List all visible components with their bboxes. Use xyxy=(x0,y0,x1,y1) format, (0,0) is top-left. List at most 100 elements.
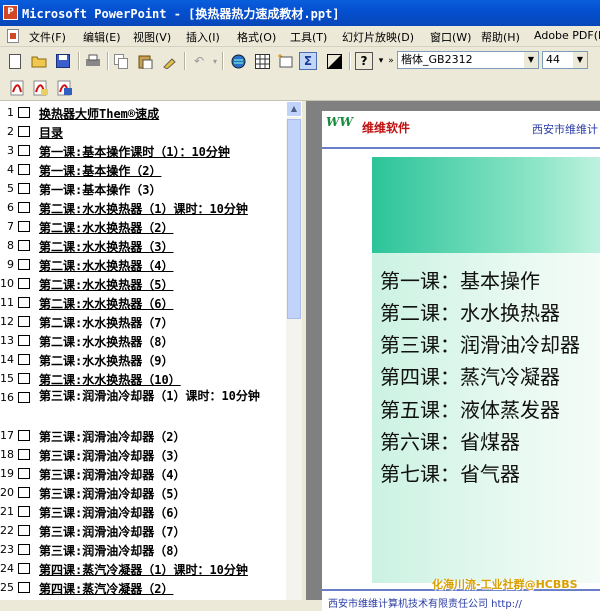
outline-row[interactable]: 4 第一课:基本操作（2） xyxy=(0,160,286,179)
outline-row[interactable]: 22 第三课:润滑油冷却器（7） xyxy=(0,521,286,540)
menu-window[interactable]: 窗口(W) xyxy=(430,29,471,45)
slide-icon[interactable] xyxy=(18,259,30,270)
slide-icon[interactable] xyxy=(18,126,30,137)
slide-canvas[interactable]: WW 维维软件 西安市维维计 第一课：基本操作 第二课：水水换热器 第三课：润滑… xyxy=(322,111,600,611)
outline-title[interactable]: 第二课:水水换热器（4） xyxy=(39,257,173,274)
outline-row[interactable]: 2 目录 xyxy=(0,122,286,141)
menu-insert[interactable]: 插入(I) xyxy=(186,29,220,45)
outline-row[interactable]: 11 第二课:水水换热器（6） xyxy=(0,293,286,312)
outline-title[interactable]: 第三课:润滑油冷却器（5） xyxy=(39,485,185,502)
slide-icon[interactable] xyxy=(18,544,30,555)
outline-title[interactable]: 第二课:水水换热器（2） xyxy=(39,219,173,236)
outline-row[interactable]: 9 第二课:水水换热器（4） xyxy=(0,255,286,274)
outline-row[interactable]: 17 第三课:润滑油冷却器（2） xyxy=(0,426,286,445)
format-painter-icon[interactable] xyxy=(160,52,178,70)
slide-icon[interactable] xyxy=(18,221,30,232)
outline-title[interactable]: 第四课:蒸汽冷凝器（1）课时：10分钟 xyxy=(39,561,248,578)
slide-icon[interactable] xyxy=(18,487,30,498)
slide-icon[interactable] xyxy=(18,335,30,346)
outline-title[interactable]: 第二课:水水换热器（7） xyxy=(39,314,173,331)
outline-row[interactable]: 20 第三课:润滑油冷却器（5） xyxy=(0,483,286,502)
outline-title[interactable]: 第三课:润滑油冷却器（8） xyxy=(39,542,185,559)
outline-title[interactable]: 第三课:润滑油冷却器（2） xyxy=(39,428,185,445)
menu-adobe-pdf[interactable]: Adobe PDF(B) xyxy=(534,29,600,42)
outline-title[interactable]: 第三课:润滑油冷却器（4） xyxy=(39,466,185,483)
outline-title[interactable]: 第二课:水水换热器（1）课时：10分钟 xyxy=(39,200,248,217)
slide-icon[interactable] xyxy=(18,468,30,479)
slide-icon[interactable] xyxy=(18,107,30,118)
slide-icon[interactable] xyxy=(18,164,30,175)
font-size-select[interactable]: 44 ▼ xyxy=(542,51,588,69)
outline-row[interactable]: 21 第三课:润滑油冷却器（6） xyxy=(0,502,286,521)
slide-icon[interactable] xyxy=(18,582,30,593)
menu-edit[interactable]: 编辑(E) xyxy=(83,29,121,45)
font-name-select[interactable]: 楷体_GB2312 ▼ xyxy=(397,51,539,69)
outline-pane[interactable]: 1 换热器大师Them®速成 2 目录 3 第一课:基本操作课时（1）：10分钟 4 第一课:… xyxy=(0,101,286,600)
outline-title[interactable]: 第三课:润滑油冷却器（1）课时：10分钟 xyxy=(39,387,279,406)
slide-icon[interactable] xyxy=(18,525,30,536)
slide-icon[interactable] xyxy=(18,392,30,403)
outline-title[interactable]: 第三课:润滑油冷却器（7） xyxy=(39,523,185,540)
copy-icon[interactable] xyxy=(112,52,130,70)
pdf-email-icon[interactable] xyxy=(31,79,49,97)
outline-title[interactable]: 第二课:水水换热器（5） xyxy=(39,276,173,293)
help-icon[interactable]: ? xyxy=(355,52,373,70)
slide-icon[interactable] xyxy=(18,183,30,194)
outline-title[interactable]: 第二课:水水换热器（3） xyxy=(39,238,173,255)
powerpoint-app-icon[interactable]: P xyxy=(3,5,18,20)
outline-row[interactable]: 10 第二课:水水换热器（5） xyxy=(0,274,286,293)
outline-title[interactable]: 第一课:基本操作（3） xyxy=(39,181,161,198)
outline-title[interactable]: 第一课:基本操作课时（1）：10分钟 xyxy=(39,143,230,160)
outline-row[interactable]: 23 第三课:润滑油冷却器（8） xyxy=(0,540,286,559)
outline-row[interactable]: 24 第四课:蒸汽冷凝器（1）课时：10分钟 xyxy=(0,559,286,578)
grayscale-icon[interactable] xyxy=(325,52,343,70)
menu-view[interactable]: 视图(V) xyxy=(133,29,171,45)
scroll-up-icon[interactable]: ▲ xyxy=(286,101,302,117)
outline-row[interactable]: 19 第三课:润滑油冷却器（4） xyxy=(0,464,286,483)
outline-title[interactable]: 第三课:润滑油冷却器（3） xyxy=(39,447,185,464)
outline-row[interactable]: 14 第二课:水水换热器（9） xyxy=(0,350,286,369)
new-icon[interactable] xyxy=(6,52,24,70)
menu-format[interactable]: 格式(O) xyxy=(237,29,276,45)
slide-icon[interactable] xyxy=(18,430,30,441)
open-folder-icon[interactable] xyxy=(30,52,48,70)
chevron-down-icon[interactable]: ▼ xyxy=(573,52,587,68)
hyperlink-globe-icon[interactable] xyxy=(229,52,247,70)
document-icon[interactable] xyxy=(7,29,19,43)
scroll-thumb[interactable] xyxy=(287,119,301,319)
outline-title[interactable]: 换热器大师Them®速成 xyxy=(39,105,159,122)
pdf-review-icon[interactable] xyxy=(55,79,73,97)
chevron-down-icon[interactable]: ▼ xyxy=(524,52,538,68)
outline-title[interactable]: 第二课:水水换热器（10） xyxy=(39,371,181,388)
slide-icon[interactable] xyxy=(18,354,30,365)
outline-row[interactable]: 13 第二课:水水换热器（8） xyxy=(0,331,286,350)
slide-icon[interactable] xyxy=(18,563,30,574)
outline-row[interactable]: 7 第二课:水水换热器（2） xyxy=(0,217,286,236)
save-icon[interactable] xyxy=(54,52,72,70)
outline-scrollbar[interactable]: ▲ xyxy=(286,101,302,600)
outline-row[interactable]: 16 第三课:润滑油冷却器（1）课时：10分钟 xyxy=(0,388,286,407)
outline-row[interactable]: 12 第二课:水水换热器（7） xyxy=(0,312,286,331)
menu-tools[interactable]: 工具(T) xyxy=(290,29,327,45)
menu-help[interactable]: 帮助(H) xyxy=(481,29,520,45)
slide-icon[interactable] xyxy=(18,240,30,251)
slide-icon[interactable] xyxy=(18,145,30,156)
print-icon[interactable] xyxy=(84,52,102,70)
slide-icon[interactable] xyxy=(18,449,30,460)
outline-row[interactable]: 6 第二课:水水换热器（1）课时：10分钟 xyxy=(0,198,286,217)
menu-slideshow[interactable]: 幻灯片放映(D) xyxy=(342,29,414,45)
outline-title[interactable]: 第二课:水水换热器（6） xyxy=(39,295,173,312)
expand-all-sigma-icon[interactable]: Σ xyxy=(299,52,317,70)
outline-title[interactable]: 第一课:基本操作（2） xyxy=(39,162,161,179)
pdf-convert-icon[interactable] xyxy=(8,79,26,97)
slide-icon[interactable] xyxy=(18,506,30,517)
outline-title[interactable]: 第四课:蒸汽冷凝器（2） xyxy=(39,580,173,597)
slide-icon[interactable] xyxy=(18,316,30,327)
outline-title[interactable]: 目录 xyxy=(39,124,63,141)
outline-row[interactable]: 25 第四课:蒸汽冷凝器（2） xyxy=(0,578,286,597)
menu-file[interactable]: 文件(F) xyxy=(29,29,66,45)
slide-icon[interactable] xyxy=(18,202,30,213)
insert-table-icon[interactable] xyxy=(253,52,271,70)
new-slide-icon[interactable] xyxy=(276,52,294,70)
outline-row[interactable]: 18 第三课:润滑油冷却器（3） xyxy=(0,445,286,464)
